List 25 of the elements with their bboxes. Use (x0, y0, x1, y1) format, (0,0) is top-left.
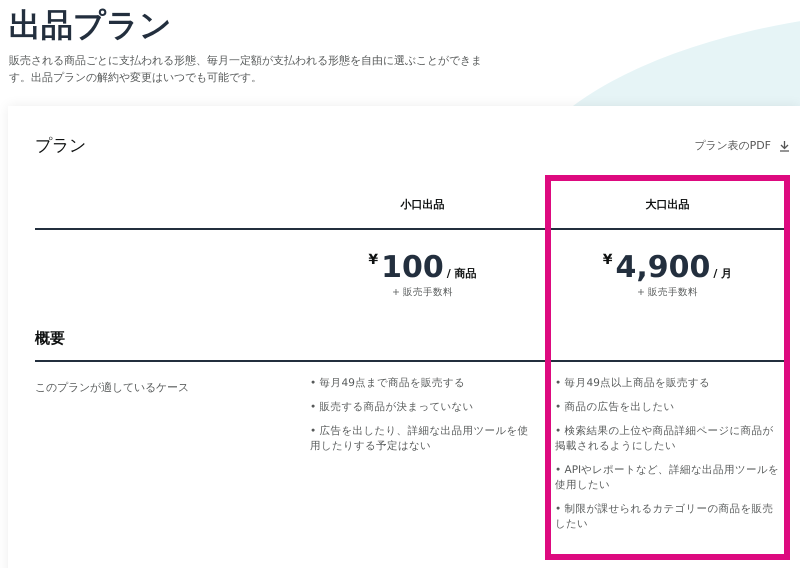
feature-item: • 商品の広告を出したい (555, 400, 675, 415)
currency-symbol: ¥ (602, 252, 612, 268)
section-title: 概要 (35, 329, 65, 347)
row-label: このプランが適しているケース (35, 381, 189, 394)
feature-item: • 制限が課せられるカテゴリーの商品を販売したい (555, 502, 775, 532)
price-amount: 100 (381, 252, 444, 284)
fee-note: + 販売手数料 (392, 286, 453, 299)
card-title: プラン (35, 135, 86, 157)
price-unit: / 月 (713, 266, 732, 281)
feature-item: • 検索結果の上位や商品詳細ページに商品が掲載されるようにしたい (555, 424, 775, 454)
feature-item: • 広告を出したり、詳細な出品用ツールを使用したりする予定はない (310, 424, 530, 454)
price-amount: 4,900 (615, 252, 710, 284)
download-icon (779, 140, 790, 152)
feature-item: • 販売する商品が決まっていない (310, 400, 474, 415)
fee-note: + 販売手数料 (637, 286, 698, 299)
feature-item: • APIやレポートなど、詳細な出品用ツールを使用したい (555, 463, 780, 493)
currency-symbol: ¥ (368, 252, 378, 268)
page-description: 販売される商品ごとに支払われる形態、毎月一定額が支払われる形態を自由に選ぶことができます。出品プランの解約や変更はいつでも可能です。 (9, 53, 483, 86)
feature-item: • 毎月49点以上商品を販売する (555, 376, 710, 391)
feature-item: • 毎月49点まで商品を販売する (310, 376, 465, 391)
price-unit: / 商品 (446, 266, 477, 281)
plan-name: 小口出品 (400, 197, 444, 212)
page-title: 出品プラン (8, 5, 173, 46)
pdf-download-link[interactable]: プラン表のPDF (694, 138, 790, 153)
plan-name: 大口出品 (646, 197, 690, 212)
